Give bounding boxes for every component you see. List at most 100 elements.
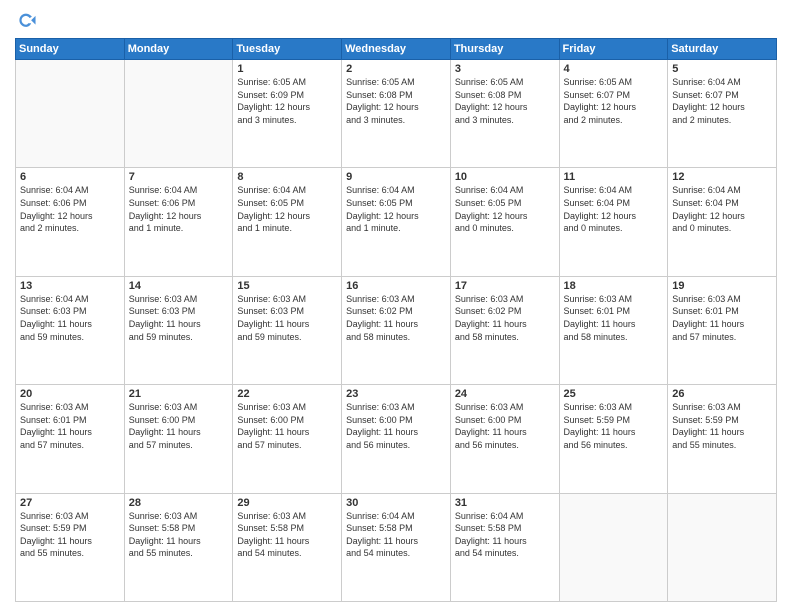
day-info: Sunrise: 6:03 AM Sunset: 6:00 PM Dayligh… [237,401,337,451]
day-number: 11 [564,171,664,183]
day-info: Sunrise: 6:03 AM Sunset: 5:59 PM Dayligh… [672,401,772,451]
calendar-cell: 23Sunrise: 6:03 AM Sunset: 6:00 PM Dayli… [342,385,451,493]
calendar-cell: 10Sunrise: 6:04 AM Sunset: 6:05 PM Dayli… [450,168,559,276]
calendar-cell: 25Sunrise: 6:03 AM Sunset: 5:59 PM Dayli… [559,385,668,493]
calendar-cell: 29Sunrise: 6:03 AM Sunset: 5:58 PM Dayli… [233,493,342,601]
day-number: 6 [20,171,120,183]
day-info: Sunrise: 6:04 AM Sunset: 6:07 PM Dayligh… [672,76,772,126]
calendar-cell [124,60,233,168]
day-number: 2 [346,63,446,75]
day-number: 22 [237,388,337,400]
calendar-cell [16,60,125,168]
day-number: 3 [455,63,555,75]
weekday-header: Friday [559,39,668,60]
day-number: 10 [455,171,555,183]
day-number: 18 [564,280,664,292]
calendar-cell [559,493,668,601]
calendar-cell: 2Sunrise: 6:05 AM Sunset: 6:08 PM Daylig… [342,60,451,168]
day-number: 17 [455,280,555,292]
day-number: 19 [672,280,772,292]
day-number: 15 [237,280,337,292]
day-info: Sunrise: 6:05 AM Sunset: 6:08 PM Dayligh… [455,76,555,126]
day-number: 27 [20,497,120,509]
day-info: Sunrise: 6:04 AM Sunset: 5:58 PM Dayligh… [346,510,446,560]
calendar-week-row: 6Sunrise: 6:04 AM Sunset: 6:06 PM Daylig… [16,168,777,276]
calendar-cell: 7Sunrise: 6:04 AM Sunset: 6:06 PM Daylig… [124,168,233,276]
day-number: 31 [455,497,555,509]
day-number: 24 [455,388,555,400]
calendar-cell: 4Sunrise: 6:05 AM Sunset: 6:07 PM Daylig… [559,60,668,168]
calendar-cell: 11Sunrise: 6:04 AM Sunset: 6:04 PM Dayli… [559,168,668,276]
calendar-cell: 6Sunrise: 6:04 AM Sunset: 6:06 PM Daylig… [16,168,125,276]
calendar-cell: 15Sunrise: 6:03 AM Sunset: 6:03 PM Dayli… [233,276,342,384]
day-info: Sunrise: 6:03 AM Sunset: 5:59 PM Dayligh… [564,401,664,451]
day-info: Sunrise: 6:04 AM Sunset: 6:06 PM Dayligh… [20,184,120,234]
calendar: SundayMondayTuesdayWednesdayThursdayFrid… [15,38,777,602]
day-number: 8 [237,171,337,183]
day-info: Sunrise: 6:04 AM Sunset: 6:06 PM Dayligh… [129,184,229,234]
day-number: 23 [346,388,446,400]
calendar-cell: 21Sunrise: 6:03 AM Sunset: 6:00 PM Dayli… [124,385,233,493]
calendar-week-row: 20Sunrise: 6:03 AM Sunset: 6:01 PM Dayli… [16,385,777,493]
calendar-cell: 26Sunrise: 6:03 AM Sunset: 5:59 PM Dayli… [668,385,777,493]
day-info: Sunrise: 6:04 AM Sunset: 6:03 PM Dayligh… [20,293,120,343]
day-number: 20 [20,388,120,400]
calendar-cell: 14Sunrise: 6:03 AM Sunset: 6:03 PM Dayli… [124,276,233,384]
day-number: 25 [564,388,664,400]
day-info: Sunrise: 6:03 AM Sunset: 5:58 PM Dayligh… [129,510,229,560]
day-number: 5 [672,63,772,75]
calendar-cell: 5Sunrise: 6:04 AM Sunset: 6:07 PM Daylig… [668,60,777,168]
day-number: 26 [672,388,772,400]
day-info: Sunrise: 6:05 AM Sunset: 6:07 PM Dayligh… [564,76,664,126]
day-info: Sunrise: 6:03 AM Sunset: 5:59 PM Dayligh… [20,510,120,560]
calendar-cell: 27Sunrise: 6:03 AM Sunset: 5:59 PM Dayli… [16,493,125,601]
day-info: Sunrise: 6:05 AM Sunset: 6:08 PM Dayligh… [346,76,446,126]
day-info: Sunrise: 6:04 AM Sunset: 6:04 PM Dayligh… [564,184,664,234]
day-number: 14 [129,280,229,292]
day-number: 4 [564,63,664,75]
day-number: 21 [129,388,229,400]
calendar-week-row: 27Sunrise: 6:03 AM Sunset: 5:59 PM Dayli… [16,493,777,601]
calendar-cell: 28Sunrise: 6:03 AM Sunset: 5:58 PM Dayli… [124,493,233,601]
day-info: Sunrise: 6:03 AM Sunset: 5:58 PM Dayligh… [237,510,337,560]
weekday-header: Thursday [450,39,559,60]
calendar-cell: 12Sunrise: 6:04 AM Sunset: 6:04 PM Dayli… [668,168,777,276]
day-info: Sunrise: 6:05 AM Sunset: 6:09 PM Dayligh… [237,76,337,126]
day-info: Sunrise: 6:04 AM Sunset: 5:58 PM Dayligh… [455,510,555,560]
day-info: Sunrise: 6:03 AM Sunset: 6:01 PM Dayligh… [564,293,664,343]
day-info: Sunrise: 6:04 AM Sunset: 6:05 PM Dayligh… [237,184,337,234]
logo-icon [15,10,37,32]
day-info: Sunrise: 6:04 AM Sunset: 6:05 PM Dayligh… [455,184,555,234]
calendar-cell: 16Sunrise: 6:03 AM Sunset: 6:02 PM Dayli… [342,276,451,384]
day-number: 1 [237,63,337,75]
calendar-week-row: 13Sunrise: 6:04 AM Sunset: 6:03 PM Dayli… [16,276,777,384]
day-info: Sunrise: 6:03 AM Sunset: 6:01 PM Dayligh… [20,401,120,451]
day-number: 13 [20,280,120,292]
day-info: Sunrise: 6:04 AM Sunset: 6:05 PM Dayligh… [346,184,446,234]
page: SundayMondayTuesdayWednesdayThursdayFrid… [0,0,792,612]
calendar-cell: 13Sunrise: 6:04 AM Sunset: 6:03 PM Dayli… [16,276,125,384]
day-info: Sunrise: 6:03 AM Sunset: 6:00 PM Dayligh… [129,401,229,451]
day-number: 12 [672,171,772,183]
day-number: 16 [346,280,446,292]
calendar-cell: 9Sunrise: 6:04 AM Sunset: 6:05 PM Daylig… [342,168,451,276]
calendar-cell: 18Sunrise: 6:03 AM Sunset: 6:01 PM Dayli… [559,276,668,384]
calendar-cell: 1Sunrise: 6:05 AM Sunset: 6:09 PM Daylig… [233,60,342,168]
calendar-cell: 24Sunrise: 6:03 AM Sunset: 6:00 PM Dayli… [450,385,559,493]
weekday-header: Wednesday [342,39,451,60]
weekday-header: Sunday [16,39,125,60]
weekday-header: Monday [124,39,233,60]
day-number: 29 [237,497,337,509]
logo [15,10,41,32]
day-info: Sunrise: 6:03 AM Sunset: 6:03 PM Dayligh… [237,293,337,343]
header [15,10,777,32]
day-number: 9 [346,171,446,183]
day-info: Sunrise: 6:04 AM Sunset: 6:04 PM Dayligh… [672,184,772,234]
weekday-header-row: SundayMondayTuesdayWednesdayThursdayFrid… [16,39,777,60]
calendar-cell: 30Sunrise: 6:04 AM Sunset: 5:58 PM Dayli… [342,493,451,601]
day-number: 7 [129,171,229,183]
weekday-header: Saturday [668,39,777,60]
day-info: Sunrise: 6:03 AM Sunset: 6:03 PM Dayligh… [129,293,229,343]
calendar-cell [668,493,777,601]
day-number: 30 [346,497,446,509]
